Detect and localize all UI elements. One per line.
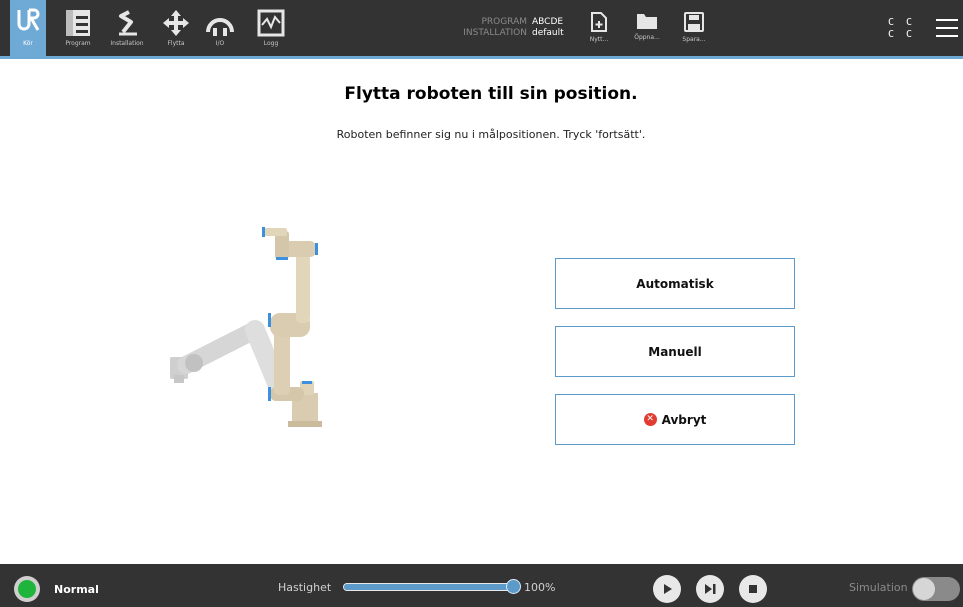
new-file-icon (591, 12, 607, 32)
save-file-button[interactable]: Spara... (680, 0, 708, 56)
move-icon (163, 10, 189, 36)
cancel-button-label: Avbryt (661, 412, 707, 427)
ur-logo-icon (17, 8, 40, 31)
play-button[interactable] (653, 575, 681, 603)
program-key: PROGRAM (481, 17, 527, 27)
speed-value: 100% (524, 581, 556, 594)
installation-key: INSTALLATION (463, 28, 527, 38)
nav-tab-log[interactable]: Logg (256, 0, 286, 56)
log-icon (257, 9, 285, 37)
nav-label: Installation (110, 40, 144, 47)
io-icon (206, 18, 234, 36)
robot-status-button[interactable] (14, 576, 40, 602)
automatic-button[interactable]: Automatisk (555, 258, 795, 309)
nav-label: Program (65, 40, 91, 47)
open-folder-icon (637, 14, 657, 29)
robot-arm-illustration (170, 227, 322, 427)
nav-tab-io[interactable]: I/O (204, 0, 236, 56)
stop-icon (749, 585, 757, 593)
simulation-toggle-knob (913, 578, 935, 600)
control-indicator-row: C C (888, 29, 916, 40)
speed-slider-fill (344, 584, 516, 590)
nav-tab-move[interactable]: Flytta (160, 0, 192, 56)
control-indicator-row: C C (888, 17, 916, 28)
nav-tab-run[interactable]: Kör (10, 0, 46, 56)
nav-tab-program[interactable]: Program (60, 0, 96, 56)
program-value: ABCDE (532, 17, 564, 27)
nav-label: Logg (263, 40, 279, 47)
speed-slider-handle[interactable] (506, 579, 521, 594)
automatic-button-label: Automatisk (636, 276, 714, 291)
speed-label: Hastighet (278, 581, 332, 594)
play-icon (664, 584, 672, 594)
simulation-toggle[interactable] (912, 577, 960, 601)
step-button[interactable] (696, 575, 724, 603)
page-subtitle: Roboten befinner sig nu i målpositionen.… (336, 128, 646, 141)
file-button-label: Spara... (682, 36, 706, 43)
cancel-button[interactable]: ✕ Avbryt (555, 394, 795, 445)
save-icon (684, 12, 704, 32)
nav-label: Kör (23, 40, 33, 47)
step-icon (705, 584, 716, 594)
robot-ghost-pose (170, 320, 290, 400)
status-ok-icon (18, 580, 36, 598)
manual-button-label: Manuell (648, 344, 702, 359)
speed-slider[interactable] (343, 583, 517, 591)
robot-status-label: Normal (54, 583, 99, 596)
manual-button[interactable]: Manuell (555, 326, 795, 377)
nav-tab-installation[interactable]: Installation (106, 0, 148, 56)
cancel-icon: ✕ (643, 413, 657, 426)
stop-button[interactable] (739, 575, 767, 603)
nav-label: I/O (215, 40, 225, 47)
simulation-label: Simulation (849, 581, 908, 594)
program-info: PROGRAM ABCDE INSTALLATION default (430, 17, 570, 39)
file-button-label: Öppna... (634, 34, 660, 41)
control-indicator: C C C C (888, 17, 915, 41)
nav-label: Flytta (167, 40, 185, 47)
top-bar-accent (0, 56, 963, 59)
page-title: Flytta roboten till sin position. (344, 84, 638, 104)
program-icon (66, 10, 90, 36)
new-file-button[interactable]: Nytt... (585, 0, 613, 56)
open-file-button[interactable]: Öppna... (632, 0, 662, 56)
installation-value: default (532, 28, 564, 38)
installation-icon (119, 10, 137, 36)
file-button-label: Nytt... (589, 36, 609, 43)
robot-current-pose (262, 227, 322, 427)
hamburger-menu-icon[interactable] (936, 19, 958, 37)
